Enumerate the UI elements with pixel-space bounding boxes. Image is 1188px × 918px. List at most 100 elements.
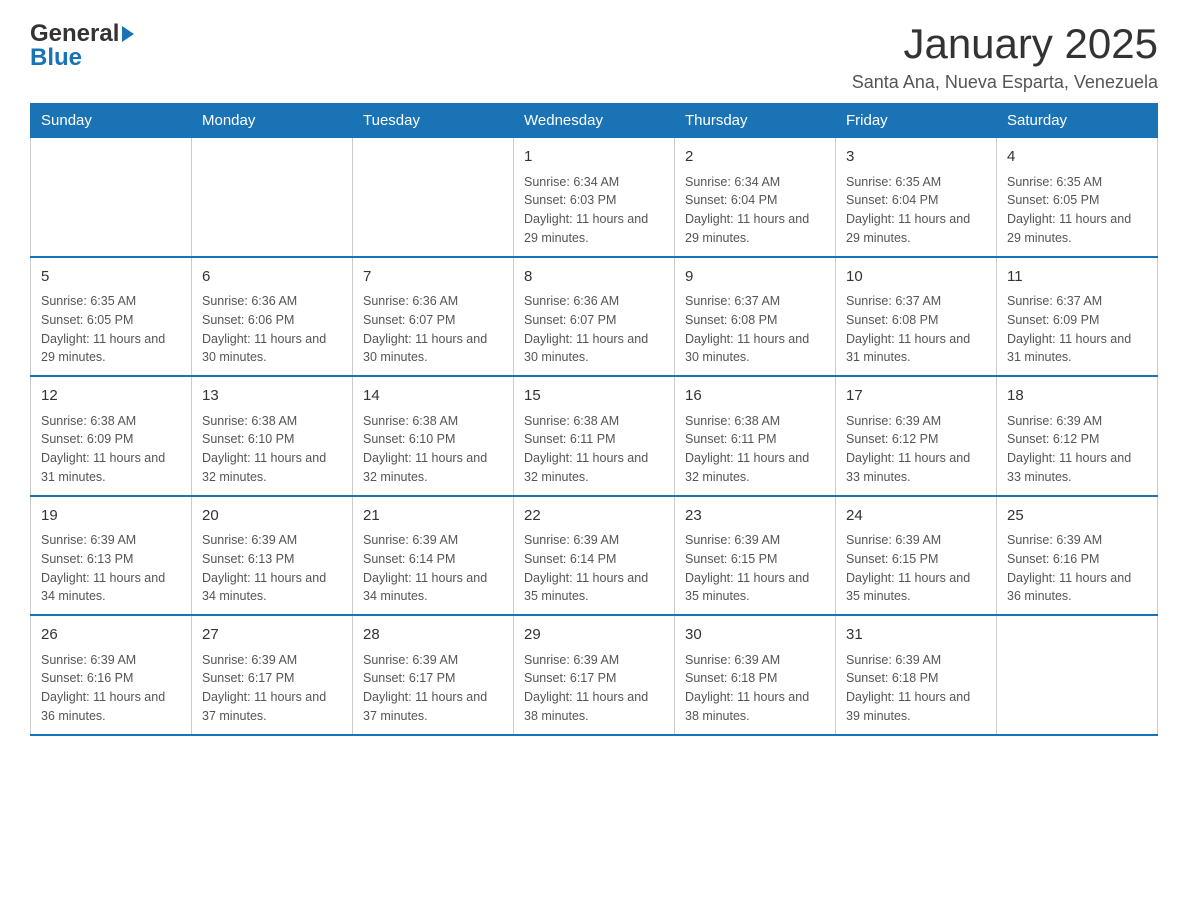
calendar-cell: 24 Sunrise: 6:39 AMSunset: 6:15 PMDayligh…	[836, 496, 997, 616]
day-header-tuesday: Tuesday	[353, 104, 514, 138]
day-number: 31	[846, 624, 986, 647]
calendar-week-4: 19 Sunrise: 6:39 AMSunset: 6:13 PMDayligh…	[31, 496, 1158, 616]
calendar-header: SundayMondayTuesdayWednesdayThursdayFrid…	[31, 104, 1158, 138]
day-number: 12	[41, 385, 181, 408]
day-info: Sunrise: 6:37 AMSunset: 6:08 PMDaylight:…	[685, 292, 825, 367]
day-number: 19	[41, 505, 181, 528]
day-info: Sunrise: 6:37 AMSunset: 6:08 PMDaylight:…	[846, 292, 986, 367]
day-header-saturday: Saturday	[997, 104, 1158, 138]
day-number: 27	[202, 624, 342, 647]
day-number: 9	[685, 266, 825, 289]
logo: General Blue	[30, 20, 135, 72]
calendar-cell: 3 Sunrise: 6:35 AMSunset: 6:04 PMDaylight…	[836, 138, 997, 257]
page-header: General Blue January 2025 Santa Ana, Nue…	[30, 20, 1158, 93]
day-info: Sunrise: 6:39 AMSunset: 6:15 PMDaylight:…	[846, 531, 986, 606]
day-info: Sunrise: 6:38 AMSunset: 6:11 PMDaylight:…	[685, 412, 825, 487]
calendar-table: SundayMondayTuesdayWednesdayThursdayFrid…	[30, 103, 1158, 736]
calendar-cell: 15 Sunrise: 6:38 AMSunset: 6:11 PMDayligh…	[514, 376, 675, 496]
page-title: January 2025	[852, 20, 1158, 68]
day-number: 25	[1007, 505, 1147, 528]
calendar-cell: 25 Sunrise: 6:39 AMSunset: 6:16 PMDayligh…	[997, 496, 1158, 616]
logo-arrow-icon	[122, 26, 134, 42]
day-info: Sunrise: 6:38 AMSunset: 6:11 PMDaylight:…	[524, 412, 664, 487]
calendar-cell: 16 Sunrise: 6:38 AMSunset: 6:11 PMDayligh…	[675, 376, 836, 496]
calendar-cell: 4 Sunrise: 6:35 AMSunset: 6:05 PMDaylight…	[997, 138, 1158, 257]
calendar-cell: 11 Sunrise: 6:37 AMSunset: 6:09 PMDayligh…	[997, 257, 1158, 377]
day-number: 15	[524, 385, 664, 408]
day-info: Sunrise: 6:39 AMSunset: 6:12 PMDaylight:…	[846, 412, 986, 487]
day-number: 13	[202, 385, 342, 408]
calendar-body: 1 Sunrise: 6:34 AMSunset: 6:03 PMDaylight…	[31, 138, 1158, 735]
calendar-cell: 19 Sunrise: 6:39 AMSunset: 6:13 PMDayligh…	[31, 496, 192, 616]
calendar-cell: 2 Sunrise: 6:34 AMSunset: 6:04 PMDaylight…	[675, 138, 836, 257]
day-info: Sunrise: 6:39 AMSunset: 6:18 PMDaylight:…	[685, 651, 825, 726]
calendar-cell: 5 Sunrise: 6:35 AMSunset: 6:05 PMDaylight…	[31, 257, 192, 377]
day-info: Sunrise: 6:35 AMSunset: 6:05 PMDaylight:…	[41, 292, 181, 367]
day-info: Sunrise: 6:34 AMSunset: 6:03 PMDaylight:…	[524, 173, 664, 248]
day-info: Sunrise: 6:39 AMSunset: 6:15 PMDaylight:…	[685, 531, 825, 606]
day-number: 26	[41, 624, 181, 647]
day-info: Sunrise: 6:35 AMSunset: 6:05 PMDaylight:…	[1007, 173, 1147, 248]
day-header-sunday: Sunday	[31, 104, 192, 138]
day-info: Sunrise: 6:39 AMSunset: 6:14 PMDaylight:…	[363, 531, 503, 606]
day-info: Sunrise: 6:37 AMSunset: 6:09 PMDaylight:…	[1007, 292, 1147, 367]
calendar-cell: 1 Sunrise: 6:34 AMSunset: 6:03 PMDaylight…	[514, 138, 675, 257]
day-number: 16	[685, 385, 825, 408]
calendar-cell: 28 Sunrise: 6:39 AMSunset: 6:17 PMDayligh…	[353, 615, 514, 735]
day-number: 1	[524, 146, 664, 169]
day-info: Sunrise: 6:38 AMSunset: 6:09 PMDaylight:…	[41, 412, 181, 487]
day-number: 28	[363, 624, 503, 647]
calendar-cell: 22 Sunrise: 6:39 AMSunset: 6:14 PMDayligh…	[514, 496, 675, 616]
day-header-thursday: Thursday	[675, 104, 836, 138]
page-subtitle: Santa Ana, Nueva Esparta, Venezuela	[852, 72, 1158, 93]
calendar-cell	[353, 138, 514, 257]
calendar-cell: 8Sunrise: 6:36 AMSunset: 6:07 PMDaylight…	[514, 257, 675, 377]
day-number: 22	[524, 505, 664, 528]
day-info: Sunrise: 6:36 AMSunset: 6:07 PMDaylight:…	[363, 292, 503, 367]
day-header-friday: Friday	[836, 104, 997, 138]
calendar-cell	[31, 138, 192, 257]
calendar-week-5: 26 Sunrise: 6:39 AMSunset: 6:16 PMDayligh…	[31, 615, 1158, 735]
day-number: 30	[685, 624, 825, 647]
calendar-week-2: 5 Sunrise: 6:35 AMSunset: 6:05 PMDaylight…	[31, 257, 1158, 377]
day-number: 4	[1007, 146, 1147, 169]
day-number: 3	[846, 146, 986, 169]
day-info: Sunrise: 6:39 AMSunset: 6:14 PMDaylight:…	[524, 531, 664, 606]
calendar-cell: 18Sunrise: 6:39 AMSunset: 6:12 PMDayligh…	[997, 376, 1158, 496]
calendar-week-1: 1 Sunrise: 6:34 AMSunset: 6:03 PMDaylight…	[31, 138, 1158, 257]
day-info: Sunrise: 6:39 AMSunset: 6:17 PMDaylight:…	[202, 651, 342, 726]
day-number: 24	[846, 505, 986, 528]
calendar-cell: 6Sunrise: 6:36 AMSunset: 6:06 PMDaylight…	[192, 257, 353, 377]
day-number: 7	[363, 266, 503, 289]
day-info: Sunrise: 6:39 AMSunset: 6:16 PMDaylight:…	[1007, 531, 1147, 606]
day-info: Sunrise: 6:39 AMSunset: 6:17 PMDaylight:…	[524, 651, 664, 726]
day-info: Sunrise: 6:39 AMSunset: 6:12 PMDaylight:…	[1007, 412, 1147, 487]
day-number: 10	[846, 266, 986, 289]
calendar-week-3: 12 Sunrise: 6:38 AMSunset: 6:09 PMDayligh…	[31, 376, 1158, 496]
day-info: Sunrise: 6:34 AMSunset: 6:04 PMDaylight:…	[685, 173, 825, 248]
day-number: 11	[1007, 266, 1147, 289]
calendar-cell: 21Sunrise: 6:39 AMSunset: 6:14 PMDayligh…	[353, 496, 514, 616]
calendar-cell: 10 Sunrise: 6:37 AMSunset: 6:08 PMDayligh…	[836, 257, 997, 377]
day-info: Sunrise: 6:36 AMSunset: 6:07 PMDaylight:…	[524, 292, 664, 367]
day-number: 14	[363, 385, 503, 408]
day-info: Sunrise: 6:39 AMSunset: 6:17 PMDaylight:…	[363, 651, 503, 726]
calendar-cell: 26 Sunrise: 6:39 AMSunset: 6:16 PMDayligh…	[31, 615, 192, 735]
day-number: 2	[685, 146, 825, 169]
day-header-monday: Monday	[192, 104, 353, 138]
day-number: 20	[202, 505, 342, 528]
day-info: Sunrise: 6:39 AMSunset: 6:16 PMDaylight:…	[41, 651, 181, 726]
day-number: 5	[41, 266, 181, 289]
title-block: January 2025 Santa Ana, Nueva Esparta, V…	[852, 20, 1158, 93]
calendar-cell: 20Sunrise: 6:39 AMSunset: 6:13 PMDayligh…	[192, 496, 353, 616]
calendar-cell: 14Sunrise: 6:38 AMSunset: 6:10 PMDayligh…	[353, 376, 514, 496]
calendar-cell: 17Sunrise: 6:39 AMSunset: 6:12 PMDayligh…	[836, 376, 997, 496]
calendar-cell	[997, 615, 1158, 735]
calendar-cell: 30 Sunrise: 6:39 AMSunset: 6:18 PMDayligh…	[675, 615, 836, 735]
calendar-cell: 9 Sunrise: 6:37 AMSunset: 6:08 PMDaylight…	[675, 257, 836, 377]
day-number: 23	[685, 505, 825, 528]
day-info: Sunrise: 6:39 AMSunset: 6:13 PMDaylight:…	[41, 531, 181, 606]
logo-blue-text: Blue	[30, 44, 82, 71]
calendar-cell: 27 Sunrise: 6:39 AMSunset: 6:17 PMDayligh…	[192, 615, 353, 735]
day-info: Sunrise: 6:35 AMSunset: 6:04 PMDaylight:…	[846, 173, 986, 248]
